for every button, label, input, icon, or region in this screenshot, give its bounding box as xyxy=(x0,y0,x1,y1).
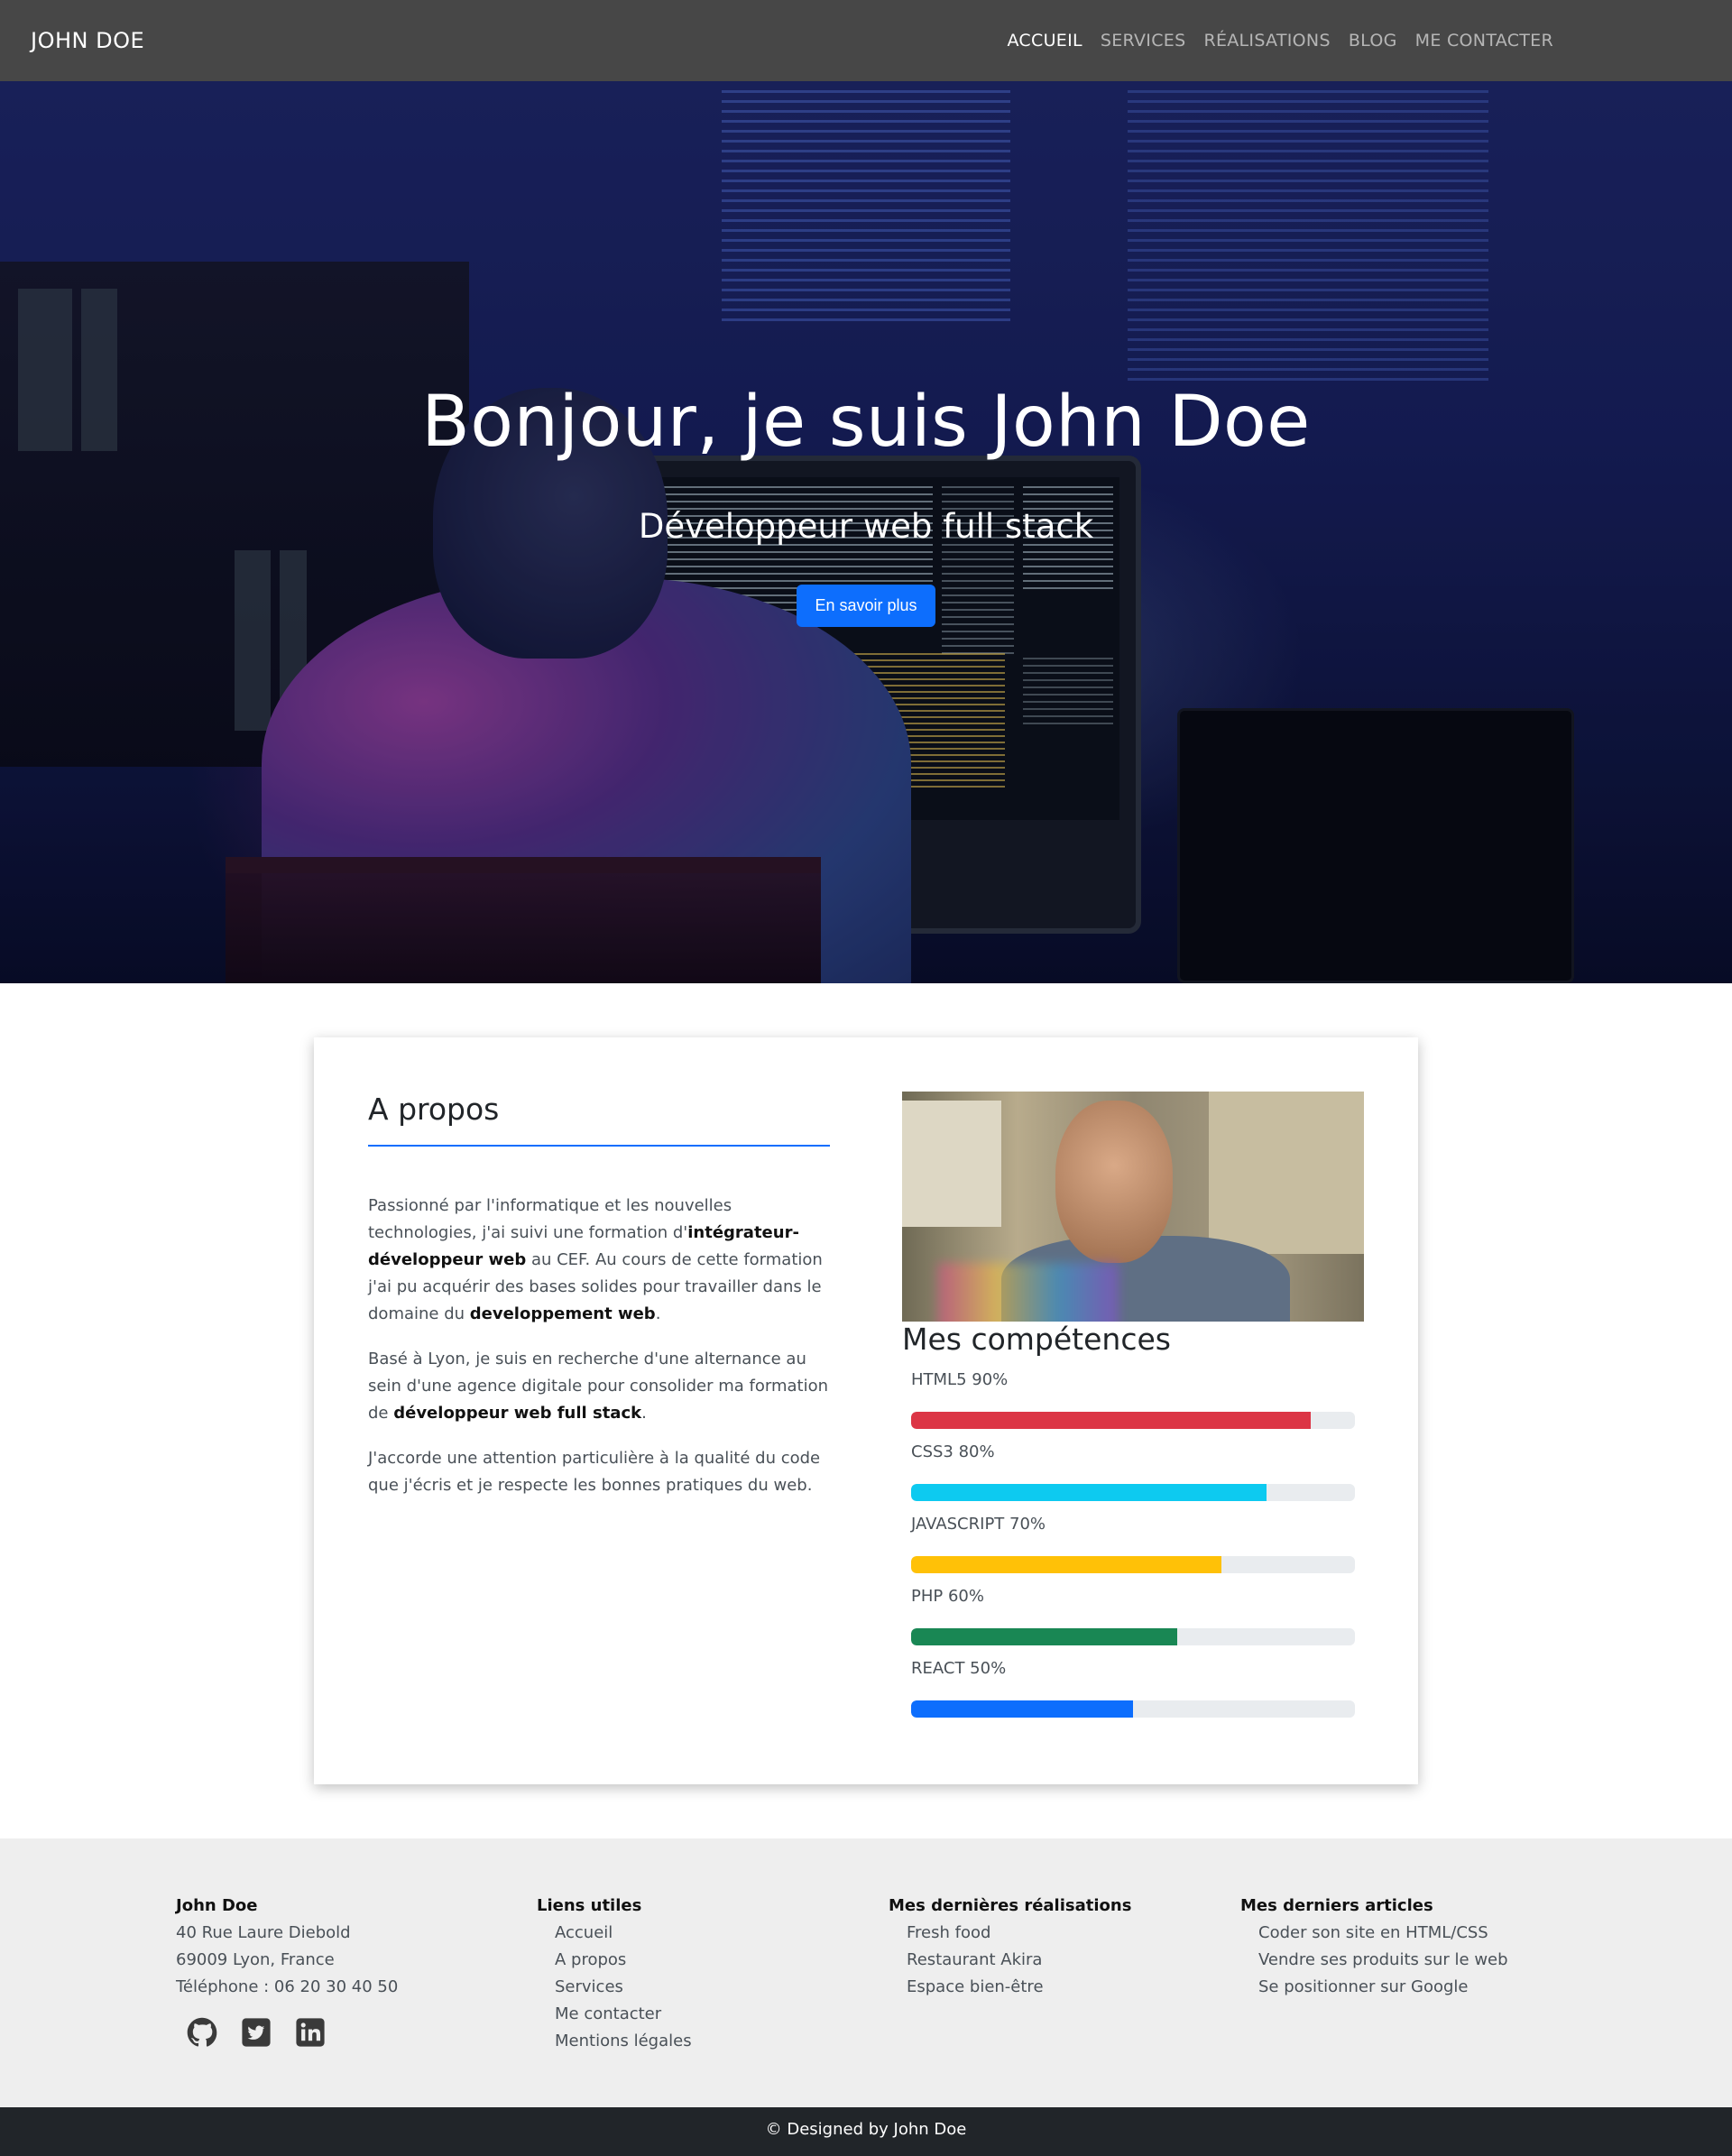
hero-title: Bonjour, je suis John Doe xyxy=(421,382,1311,463)
footer-articles-title: Mes derniers articles xyxy=(1240,1896,1433,1915)
about-paragraph: Passionné par l'informatique et les nouv… xyxy=(368,1196,823,1323)
footer-link-accueil[interactable]: Accueil xyxy=(555,1923,613,1942)
footer-link-contact[interactable]: Me contacter xyxy=(555,2004,661,2023)
about-paragraph: J'accorde une attention particulière à l… xyxy=(368,1449,821,1495)
footer-address-line: 40 Rue Laure Diebold xyxy=(176,1923,351,1942)
footer-link-services[interactable]: Services xyxy=(555,1977,623,1996)
footer-links-title: Liens utiles xyxy=(537,1896,642,1915)
skill-react: REACT 50% xyxy=(911,1655,1355,1718)
skill-progress-bar xyxy=(911,1628,1355,1645)
about-title-underline xyxy=(368,1145,830,1147)
skill-javascript: JAVASCRIPT 70% xyxy=(911,1511,1355,1573)
hero-section: Bonjour, je suis John Doe Développeur we… xyxy=(0,81,1732,983)
about-card: A propos Passionné par l'informatique et… xyxy=(314,1037,1418,1784)
profile-photo xyxy=(902,1092,1364,1322)
about-paragraph: Basé à Lyon, je suis en recherche d'une … xyxy=(368,1350,829,1423)
copyright-bar: © Designed by John Doe xyxy=(0,2107,1732,2156)
skill-html5: HTML5 90% xyxy=(911,1367,1355,1429)
nav-item-blog[interactable]: BLOG xyxy=(1349,31,1397,51)
skill-label: PHP 60% xyxy=(911,1587,984,1606)
footer-work-link[interactable]: Restaurant Akira xyxy=(907,1950,1042,1969)
skills-title: Mes compétences xyxy=(902,1322,1171,1357)
skill-progress-bar xyxy=(911,1556,1355,1573)
footer: John Doe 40 Rue Laure Diebold 69009 Lyon… xyxy=(0,1838,1732,2107)
footer-works: Mes dernières réalisations Fresh food Re… xyxy=(889,1893,1131,2001)
nav-links: ACCUEIL SERVICES RÉALISATIONS BLOG ME CO… xyxy=(1007,0,1553,81)
social-links xyxy=(176,2017,398,2048)
about-title: A propos xyxy=(368,1092,500,1127)
github-icon[interactable] xyxy=(187,2017,217,2048)
hero-subtitle: Développeur web full stack xyxy=(638,507,1094,546)
footer-work-link[interactable]: Espace bien-être xyxy=(907,1977,1044,1996)
footer-contact: John Doe 40 Rue Laure Diebold 69009 Lyon… xyxy=(176,1893,398,2048)
footer-contact-title: John Doe xyxy=(176,1896,258,1915)
footer-link-apropos[interactable]: A propos xyxy=(555,1950,626,1969)
skill-label: JAVASCRIPT 70% xyxy=(911,1515,1046,1534)
skill-css3: CSS3 80% xyxy=(911,1439,1355,1501)
skill-progress-bar xyxy=(911,1412,1355,1429)
navbar: JOHN DOE ACCUEIL SERVICES RÉALISATIONS B… xyxy=(0,0,1732,81)
nav-item-accueil[interactable]: ACCUEIL xyxy=(1007,31,1082,51)
footer-work-link[interactable]: Fresh food xyxy=(907,1923,990,1942)
skill-label: CSS3 80% xyxy=(911,1442,995,1461)
skill-php: PHP 60% xyxy=(911,1583,1355,1645)
nav-item-contact[interactable]: ME CONTACTER xyxy=(1415,31,1553,51)
linkedin-icon[interactable] xyxy=(295,2017,326,2048)
skill-progress-bar xyxy=(911,1700,1355,1718)
footer-address-line: 69009 Lyon, France xyxy=(176,1950,335,1969)
footer-article-link[interactable]: Coder son site en HTML/CSS xyxy=(1258,1923,1488,1942)
footer-article-link[interactable]: Se positionner sur Google xyxy=(1258,1977,1469,1996)
about-text: Passionné par l'informatique et les nouv… xyxy=(368,1193,837,1517)
nav-item-realisations[interactable]: RÉALISATIONS xyxy=(1203,31,1330,51)
footer-article-link[interactable]: Vendre ses produits sur le web xyxy=(1258,1950,1508,1969)
skill-label: REACT 50% xyxy=(911,1659,1007,1678)
learn-more-button[interactable]: En savoir plus xyxy=(797,585,935,627)
nav-item-services[interactable]: SERVICES xyxy=(1101,31,1186,51)
footer-articles: Mes derniers articles Coder son site en … xyxy=(1240,1893,1508,2001)
skill-label: HTML5 90% xyxy=(911,1370,1009,1389)
footer-useful-links: Liens utiles Accueil A propos Services M… xyxy=(537,1893,692,2055)
footer-phone: Téléphone : 06 20 30 40 50 xyxy=(176,1977,399,1996)
skill-progress-bar xyxy=(911,1484,1355,1501)
brand-logo[interactable]: JOHN DOE xyxy=(31,0,144,81)
footer-link-mentions[interactable]: Mentions légales xyxy=(555,2032,692,2050)
footer-works-title: Mes dernières réalisations xyxy=(889,1896,1132,1915)
twitter-icon[interactable] xyxy=(241,2017,272,2048)
